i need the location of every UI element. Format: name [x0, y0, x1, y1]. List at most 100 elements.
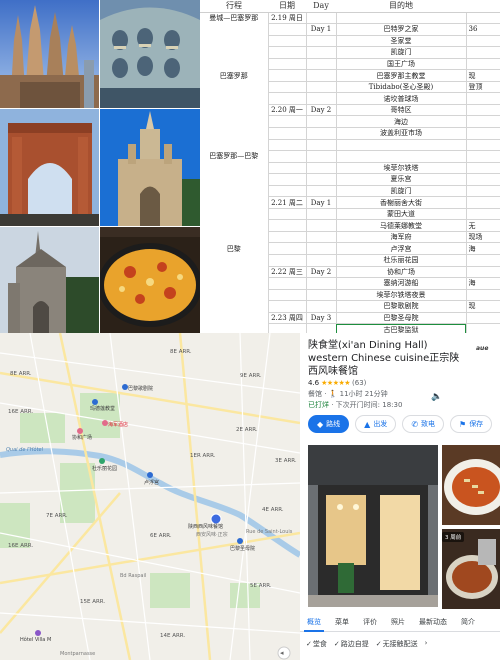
- chevron-right-icon[interactable]: ›: [425, 639, 428, 649]
- trip-cell[interactable]: 巴黎: [200, 243, 268, 255]
- destination-cell[interactable]: 杜乐丽花园: [335, 254, 467, 267]
- trip-cell[interactable]: 巴塞罗那—巴黎: [200, 151, 268, 163]
- extra-cell[interactable]: [465, 288, 500, 302]
- day-cell[interactable]: [305, 161, 337, 175]
- trip-cell[interactable]: [200, 324, 268, 333]
- destination-cell[interactable]: 巴特罗之家: [335, 23, 467, 36]
- extra-cell[interactable]: [465, 138, 500, 152]
- extra-cell[interactable]: 海: [465, 242, 500, 255]
- day-cell[interactable]: [305, 242, 337, 255]
- trip-cell[interactable]: [200, 47, 268, 59]
- date-cell[interactable]: [267, 207, 307, 221]
- extra-cell[interactable]: [465, 311, 500, 325]
- tab-reviews[interactable]: 评价: [356, 612, 384, 631]
- day-cell[interactable]: [305, 230, 337, 244]
- trip-cell[interactable]: [200, 278, 268, 290]
- trip-cell[interactable]: [200, 35, 268, 47]
- tibidabo-photo[interactable]: [100, 109, 200, 226]
- date-cell[interactable]: [267, 323, 307, 333]
- extra-cell[interactable]: [465, 46, 500, 59]
- hotel-marine-label[interactable]: 海军酒店: [108, 421, 128, 428]
- destination-cell[interactable]: 协和广场: [335, 265, 467, 279]
- extra-cell[interactable]: [465, 103, 500, 117]
- extra-cell[interactable]: 现场: [465, 230, 500, 244]
- date-cell[interactable]: [267, 138, 307, 152]
- day-cell[interactable]: [305, 126, 337, 140]
- trip-cell[interactable]: [200, 312, 268, 324]
- destination-cell[interactable]: [335, 138, 467, 152]
- trip-cell[interactable]: [200, 24, 268, 36]
- date-cell[interactable]: [267, 23, 307, 36]
- rating-row[interactable]: 4.6 ★★★★★ (63): [308, 379, 366, 387]
- dish-photo-1[interactable]: [442, 445, 500, 525]
- destination-cell[interactable]: Tibidabo(圣心圣殿): [335, 80, 467, 94]
- save-button[interactable]: ⚑ 保存: [450, 415, 493, 433]
- tab-overview[interactable]: 概览: [300, 612, 328, 632]
- date-cell[interactable]: 2.23 周四: [267, 311, 307, 325]
- destination-cell[interactable]: 巴塞罗那主教堂: [335, 69, 467, 82]
- extra-cell[interactable]: 36: [465, 23, 500, 36]
- trip-cell[interactable]: [200, 266, 268, 278]
- destination-cell[interactable]: 圣家堂: [335, 34, 467, 48]
- date-cell[interactable]: [267, 277, 307, 290]
- destination-cell[interactable]: 卢浮宫: [335, 242, 467, 255]
- day-cell[interactable]: [305, 150, 337, 163]
- destination-cell[interactable]: 巴黎歌剧院: [335, 300, 467, 313]
- day-cell[interactable]: [305, 323, 337, 333]
- destination-cell[interactable]: 塞纳河游船: [335, 277, 467, 290]
- date-cell[interactable]: [267, 242, 307, 255]
- date-cell[interactable]: [267, 300, 307, 313]
- destination-cell[interactable]: 哥特区: [335, 103, 467, 117]
- trip-cell[interactable]: [200, 197, 268, 209]
- date-cell[interactable]: [267, 57, 307, 71]
- trip-cell[interactable]: [200, 93, 268, 105]
- trip-cell[interactable]: [200, 220, 268, 232]
- start-button[interactable]: ▲ 出发: [355, 415, 397, 433]
- arc-de-triomf-photo[interactable]: [0, 109, 99, 226]
- extra-cell[interactable]: [465, 150, 500, 163]
- destination-cell[interactable]: 凯旋门: [335, 184, 467, 198]
- extra-cell[interactable]: 海: [465, 277, 500, 290]
- destination-cell[interactable]: 埃菲尔铁塔: [335, 161, 467, 175]
- day-cell[interactable]: [305, 80, 337, 94]
- day-cell[interactable]: [305, 46, 337, 59]
- destination-cell[interactable]: 海军府: [335, 230, 467, 244]
- date-cell[interactable]: 2.22 周三: [267, 265, 307, 279]
- day-cell[interactable]: [305, 34, 337, 48]
- extra-cell[interactable]: [465, 92, 500, 105]
- date-cell[interactable]: 2.21 周二: [267, 196, 307, 209]
- paris-map[interactable]: 8E ARR. 8E ARR. 9E ARR. 16E ARR. 2E ARR.…: [0, 333, 300, 660]
- destination-cell[interactable]: 埃菲尔铁塔夜景: [335, 288, 467, 302]
- trip-cell[interactable]: [200, 289, 268, 301]
- date-cell[interactable]: [267, 115, 307, 128]
- destination-cell[interactable]: [335, 11, 467, 25]
- day-cell[interactable]: Day 1: [305, 196, 337, 209]
- call-button[interactable]: ✆ 致电: [402, 415, 445, 433]
- destination-cell[interactable]: 蒙田大道: [335, 207, 467, 221]
- destination-cell[interactable]: [335, 150, 467, 163]
- destination-cell[interactable]: 巴黎圣母院: [335, 311, 467, 325]
- extra-cell[interactable]: 现: [465, 69, 500, 82]
- destination-cell[interactable]: 海边: [335, 115, 467, 128]
- destination-cell[interactable]: 夏乐宫: [335, 173, 467, 186]
- opera-label[interactable]: 巴黎歌剧院: [128, 385, 153, 392]
- destination-cell[interactable]: 马德莱娜教堂: [335, 219, 467, 232]
- day-cell[interactable]: Day 2: [305, 265, 337, 279]
- date-cell[interactable]: [267, 254, 307, 267]
- trip-cell[interactable]: [200, 162, 268, 174]
- directions-button[interactable]: ◆ 路线: [308, 415, 350, 433]
- destination-cell[interactable]: 国王广场: [335, 57, 467, 71]
- trip-cell[interactable]: [200, 139, 268, 151]
- extra-cell[interactable]: [465, 265, 500, 279]
- date-cell[interactable]: [267, 288, 307, 302]
- hotel-villa-m-label[interactable]: Hôtel Villa M: [20, 637, 51, 643]
- extra-cell[interactable]: [465, 207, 500, 221]
- destination-cell[interactable]: 香榭丽舍大街: [335, 196, 467, 209]
- trip-cell[interactable]: [200, 254, 268, 266]
- day-cell[interactable]: [305, 184, 337, 198]
- day-cell[interactable]: [305, 288, 337, 302]
- tuileries-label[interactable]: 杜乐丽花园: [92, 465, 117, 472]
- extra-cell[interactable]: 现: [465, 300, 500, 313]
- trip-cell[interactable]: [200, 231, 268, 243]
- date-cell[interactable]: [267, 184, 307, 198]
